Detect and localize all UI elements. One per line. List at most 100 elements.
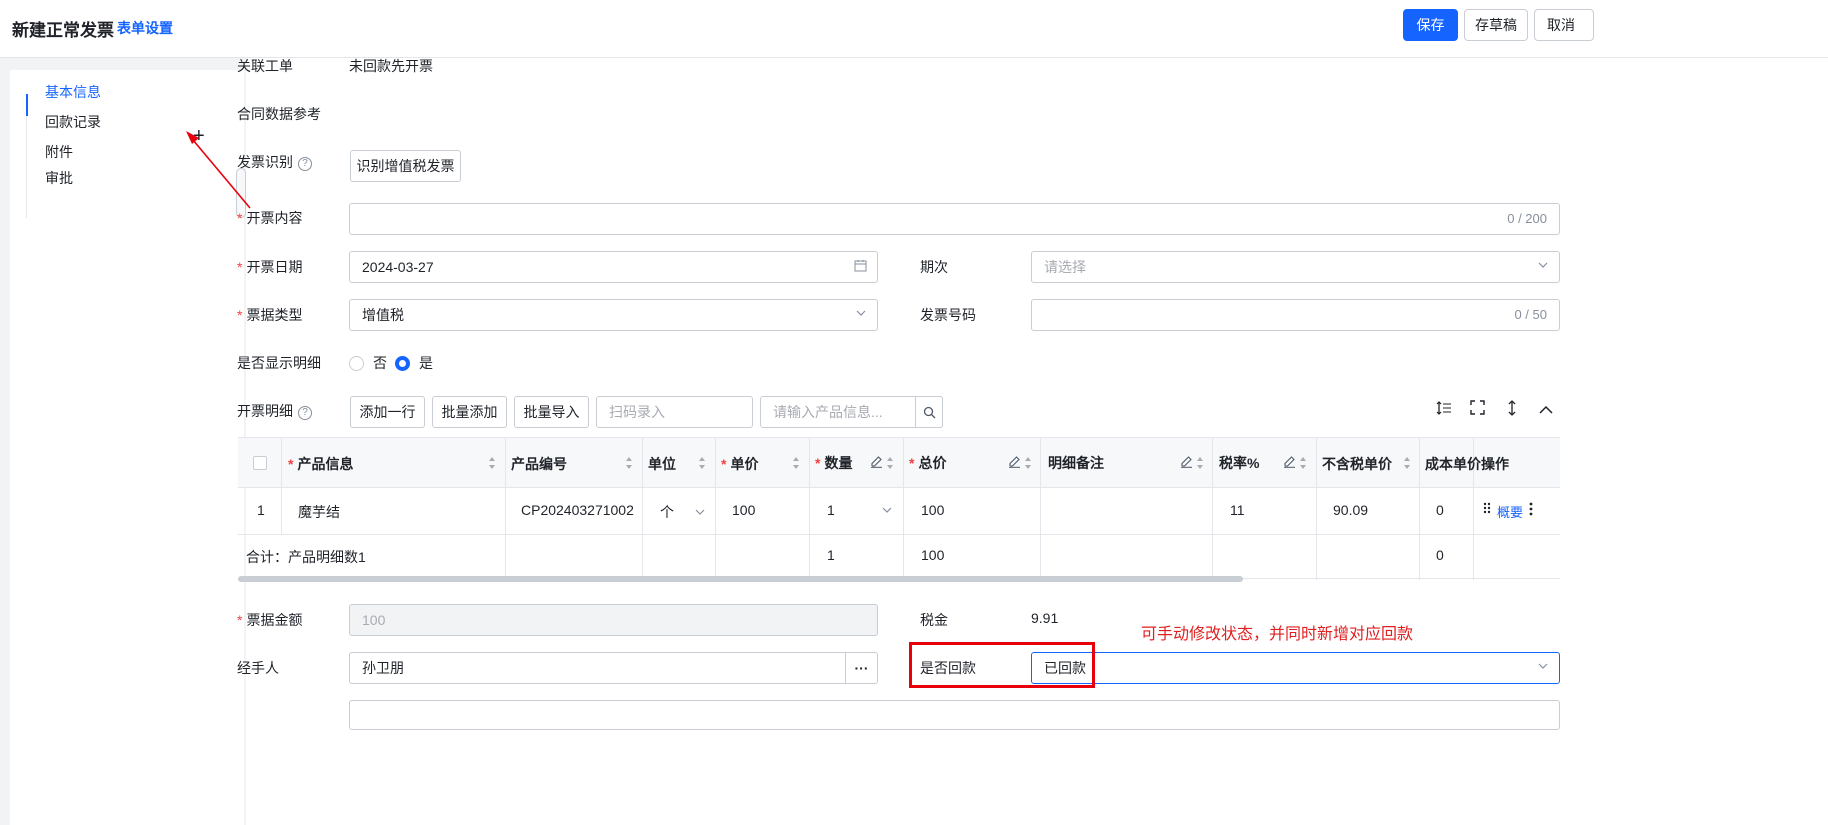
product-search-input[interactable]: 请输入产品信息... [760,396,943,428]
sort-icon[interactable] [1024,456,1032,470]
date-input[interactable]: 2024-03-27 [349,251,878,283]
cell-qty[interactable]: 1 [827,502,893,518]
col-divider [642,438,643,580]
row-height-icon[interactable] [1436,400,1452,420]
more-vertical-icon[interactable] [1529,502,1533,516]
form-settings-link[interactable]: 表单设置 [117,18,173,38]
col-divider [715,438,716,580]
nav-active-indicator [26,94,28,116]
batch-import-button[interactable]: 批量导入 [514,396,589,428]
batch-add-button[interactable]: 批量添加 [432,396,507,428]
nav-item-payment-records[interactable]: 回款记录 [45,112,101,132]
horizontal-scrollbar[interactable] [238,576,1243,582]
col-divider [809,438,810,580]
amount-input: 100 [349,604,878,636]
col-header-price[interactable]: * 单价 [721,454,758,474]
save-button[interactable]: 保存 [1403,9,1458,41]
sort-icon[interactable] [625,456,633,470]
period-select[interactable]: 请选择 [1031,251,1560,283]
save-draft-button[interactable]: 存草稿 [1464,9,1528,41]
scan-input[interactable]: 扫码录入 [596,396,753,428]
col-header-remark[interactable]: 明细备注 [1048,453,1104,473]
invoice-no-label: 发票号码 [920,307,976,323]
cell-product[interactable]: 魔芋结 [298,502,340,522]
is-paid-select[interactable]: 已回款 [1031,652,1560,684]
sort-icon[interactable] [1403,456,1411,470]
col-divider [903,438,904,580]
date-label: * 开票日期 [237,259,303,275]
col-divider [281,438,282,534]
col-divider [1316,438,1317,580]
cell-tax-rate[interactable]: 11 [1230,502,1245,518]
radio-yes[interactable]: 是 [395,353,433,373]
col-header-total[interactable]: * 总价 [909,453,946,473]
col-header-pretax-price[interactable]: 不含税单价 [1322,454,1392,474]
annotation-highlight-box [909,642,1095,688]
tax-label: 税金 [920,612,948,628]
nav-item-basic-info[interactable]: 基本信息 [45,82,101,102]
invoice-no-char-count: 0 / 50 [1514,307,1547,322]
sort-icon[interactable] [886,456,894,470]
cell-total[interactable]: 100 [921,502,944,518]
calendar-icon [854,259,867,275]
col-header-tax-rate[interactable]: 税率% [1219,453,1259,473]
radio-dot [349,355,364,371]
type-label: * 票据类型 [237,307,303,323]
cancel-button[interactable]: 取消 [1534,9,1594,41]
sort-icon[interactable] [698,456,706,470]
chevron-up-icon[interactable] [1539,402,1553,419]
top-bar: 新建正常发票 表单设置 保存 存草稿 取消 [0,0,1828,58]
col-header-cost[interactable]: 成本单价 [1425,454,1481,474]
col-header-action: 操作 [1481,456,1509,472]
detail-label: 开票明细? [237,401,312,421]
help-icon[interactable]: ? [298,406,312,420]
cell-price[interactable]: 100 [732,502,755,518]
edit-icon[interactable] [1180,455,1193,468]
chevron-down-icon [855,307,867,322]
plus-icon[interactable]: + [193,126,205,146]
nav-item-attachments[interactable]: 附件 [45,142,73,162]
nav-item-approval[interactable]: 审批 [45,168,73,188]
radio-no[interactable]: 否 [349,353,387,373]
handler-input[interactable]: 孙卫朋 ··· [349,652,878,684]
drag-handle-icon[interactable] [1483,502,1491,514]
col-header-product[interactable]: * 产品信息 [288,454,353,474]
col-header-unit[interactable]: 单位 [648,454,676,474]
sort-icon[interactable] [792,456,800,470]
show-detail-label: 是否显示明细 [237,355,321,371]
cell-unit[interactable]: 个 [660,502,706,522]
edit-icon[interactable] [1283,455,1296,468]
handler-label: 经手人 [237,660,279,676]
invoice-no-input[interactable]: 0 / 50 [1031,299,1560,331]
sort-icon[interactable] [1299,456,1307,470]
related-order-label: 关联工单 [237,58,293,74]
chevron-down-icon [882,507,892,513]
row-summary-link[interactable]: 概要 [1497,502,1523,521]
edit-icon[interactable] [1008,455,1021,468]
next-field-input[interactable] [349,700,1560,730]
edit-icon[interactable] [870,455,883,468]
detail-table: * 产品信息 产品编号 单位 * 单价 * 数量 * 总价 明细备注 税率% 不含税单价… [238,437,1560,582]
help-icon[interactable]: ? [298,157,312,171]
fullscreen-icon[interactable] [1470,400,1485,419]
radio-dot-checked [395,355,410,371]
recognize-vat-invoice-button[interactable]: 识别增值税发票 [350,150,461,182]
section-nav: 基本信息 回款记录 附件 审批 [10,70,244,825]
expand-vertical-icon[interactable] [1507,400,1517,420]
page-title: 新建正常发票 [12,21,114,40]
content-input[interactable]: 0 / 200 [349,203,1560,235]
col-header-qty[interactable]: * 数量 [815,453,852,473]
cell-pretax-price: 90.09 [1333,502,1369,518]
content-label: * 开票内容 [237,210,303,226]
cell-cost: 0 [1436,502,1444,518]
sort-icon[interactable] [1196,456,1204,470]
search-icon[interactable] [915,396,943,428]
type-select[interactable]: 增值税 [349,299,878,331]
more-horizontal-icon[interactable]: ··· [845,652,877,684]
select-all-checkbox[interactable] [253,456,267,470]
col-divider [505,438,506,580]
sort-icon[interactable] [488,456,496,470]
chevron-down-icon [695,509,705,515]
col-header-code[interactable]: 产品编号 [511,454,567,474]
add-row-button[interactable]: 添加一行 [350,396,425,428]
